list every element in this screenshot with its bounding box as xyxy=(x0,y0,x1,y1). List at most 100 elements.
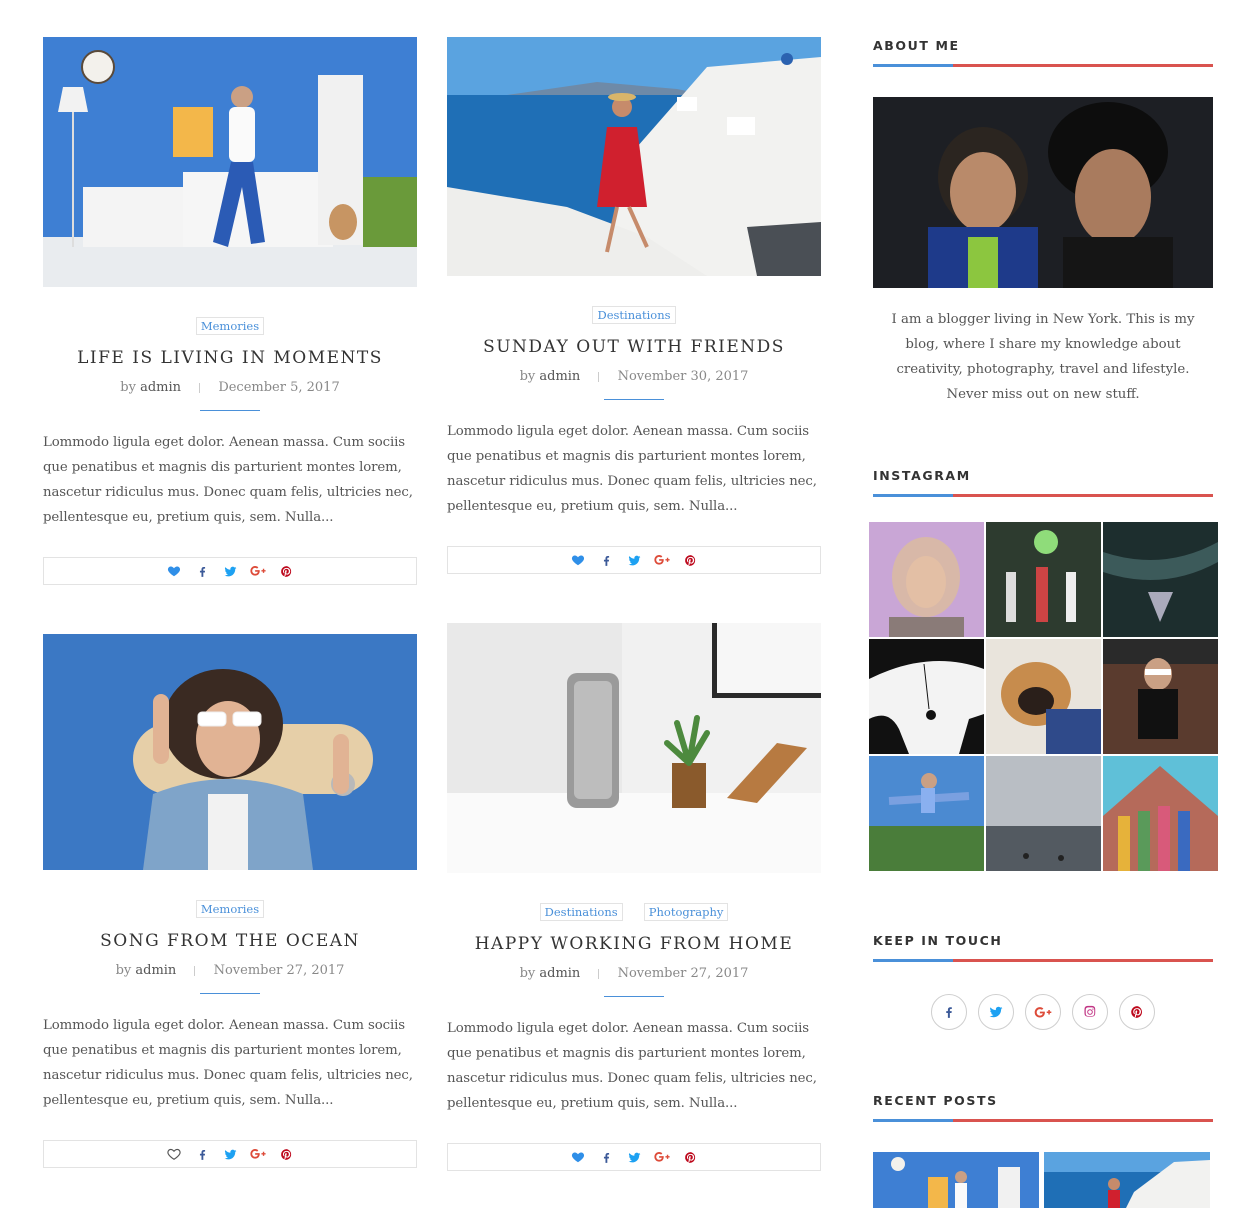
instagram-tile[interactable] xyxy=(1103,639,1218,754)
post-byline: by admin November 27, 2017 xyxy=(447,966,821,981)
pinterest-icon[interactable] xyxy=(682,552,698,568)
post-image-illustration xyxy=(447,623,821,873)
post-title[interactable]: HAPPY WORKING FROM HOME xyxy=(447,934,821,954)
instagram-tile[interactable] xyxy=(986,756,1101,871)
title-divider xyxy=(604,399,664,400)
heart-icon[interactable] xyxy=(166,563,182,579)
pinterest-icon[interactable] xyxy=(278,1146,294,1162)
post-image[interactable] xyxy=(43,634,417,870)
byline-separator xyxy=(598,968,600,979)
about-text: I am a blogger living in New York. This … xyxy=(891,312,1195,402)
google-plus-icon[interactable] xyxy=(654,552,670,568)
post-image[interactable] xyxy=(43,37,417,287)
post-date: December 5, 2017 xyxy=(218,380,340,395)
post-excerpt: Lommodo ligula eget dolor. Aenean massa.… xyxy=(447,1021,817,1111)
share-bar xyxy=(447,1143,821,1171)
instagram-grid xyxy=(869,522,1218,871)
pinterest-icon[interactable] xyxy=(278,563,294,579)
post-byline: by admin November 30, 2017 xyxy=(447,369,821,384)
facebook-icon[interactable] xyxy=(931,994,967,1030)
post-excerpt: Lommodo ligula eget dolor. Aenean massa.… xyxy=(43,435,413,525)
post-byline: by admin November 27, 2017 xyxy=(43,963,417,978)
post-byline: by admin December 5, 2017 xyxy=(43,380,417,395)
heart-outline-icon[interactable] xyxy=(166,1146,182,1162)
widget-title: INSTAGRAM xyxy=(873,468,971,483)
heart-icon[interactable] xyxy=(570,1149,586,1165)
heart-icon[interactable] xyxy=(570,552,586,568)
twitter-icon[interactable] xyxy=(222,563,238,579)
byline-prefix: by xyxy=(115,963,132,978)
category-tag[interactable]: Memories xyxy=(195,317,265,335)
keep-in-touch-widget: KEEP IN TOUCH xyxy=(873,933,1213,1030)
twitter-icon[interactable] xyxy=(222,1146,238,1162)
facebook-icon[interactable] xyxy=(194,563,210,579)
post-categories: Memories xyxy=(43,315,417,335)
post-date: November 27, 2017 xyxy=(213,963,345,978)
post-excerpt: Lommodo ligula eget dolor. Aenean massa.… xyxy=(447,424,817,514)
post-author[interactable]: admin xyxy=(135,963,176,978)
widget-title-underline xyxy=(873,494,1213,497)
instagram-widget: INSTAGRAM xyxy=(873,468,1213,497)
post-image-illustration xyxy=(447,37,821,276)
category-tag[interactable]: Destinations xyxy=(539,903,623,921)
post-card: Destinations SUNDAY OUT WITH FRIENDS by … xyxy=(447,37,821,574)
google-plus-icon[interactable] xyxy=(250,563,266,579)
category-tag[interactable]: Destinations xyxy=(592,306,676,324)
post-title[interactable]: SONG FROM THE OCEAN xyxy=(43,931,417,951)
share-bar xyxy=(43,1140,417,1168)
byline-separator xyxy=(194,965,196,976)
google-plus-icon[interactable] xyxy=(250,1146,266,1162)
post-title[interactable]: SUNDAY OUT WITH FRIENDS xyxy=(447,337,821,357)
title-divider xyxy=(604,996,664,997)
google-plus-icon[interactable] xyxy=(654,1149,670,1165)
recent-post-thumbnail[interactable] xyxy=(1044,1152,1210,1208)
post-categories: Destinations xyxy=(447,304,821,324)
post-author[interactable]: admin xyxy=(539,369,580,384)
post-image[interactable] xyxy=(447,37,821,276)
widget-title: KEEP IN TOUCH xyxy=(873,933,1003,948)
google-plus-icon[interactable] xyxy=(1025,994,1061,1030)
pinterest-icon[interactable] xyxy=(1119,994,1155,1030)
about-photo-illustration xyxy=(873,97,1213,288)
byline-prefix: by xyxy=(519,369,536,384)
facebook-icon[interactable] xyxy=(194,1146,210,1162)
pinterest-icon[interactable] xyxy=(682,1149,698,1165)
title-divider xyxy=(200,410,260,411)
post-card: Memories LIFE IS LIVING IN MOMENTS by ad… xyxy=(43,37,417,585)
about-photo xyxy=(873,97,1213,288)
post-image[interactable] xyxy=(447,623,821,873)
widget-title-underline xyxy=(873,959,1213,962)
facebook-icon[interactable] xyxy=(598,552,614,568)
about-widget: ABOUT ME I am a blogger living in New Yo… xyxy=(873,38,1213,407)
instagram-tile[interactable] xyxy=(986,522,1101,637)
byline-separator xyxy=(199,382,201,393)
share-bar xyxy=(447,546,821,574)
recent-post-thumbnail[interactable] xyxy=(873,1152,1039,1208)
instagram-tile[interactable] xyxy=(869,639,984,754)
instagram-icon[interactable] xyxy=(1072,994,1108,1030)
facebook-icon[interactable] xyxy=(598,1149,614,1165)
post-image-illustration xyxy=(43,37,417,287)
instagram-tile[interactable] xyxy=(1103,756,1218,871)
category-tag[interactable]: Memories xyxy=(195,900,265,918)
post-categories: Memories xyxy=(43,898,417,918)
twitter-icon[interactable] xyxy=(626,1149,642,1165)
post-categories: Destinations Photography xyxy=(447,901,821,921)
instagram-tile[interactable] xyxy=(869,522,984,637)
twitter-icon[interactable] xyxy=(978,994,1014,1030)
post-date: November 27, 2017 xyxy=(617,966,749,981)
title-divider xyxy=(200,993,260,994)
post-title[interactable]: LIFE IS LIVING IN MOMENTS xyxy=(43,348,417,368)
instagram-tile[interactable] xyxy=(1103,522,1218,637)
twitter-icon[interactable] xyxy=(626,552,642,568)
recent-posts-list xyxy=(873,1152,1213,1208)
post-author[interactable]: admin xyxy=(539,966,580,981)
instagram-tile[interactable] xyxy=(869,756,984,871)
post-author[interactable]: admin xyxy=(140,380,181,395)
post-excerpt: Lommodo ligula eget dolor. Aenean massa.… xyxy=(43,1018,413,1108)
category-tag[interactable]: Photography xyxy=(643,903,729,921)
widget-title-underline xyxy=(873,1119,1213,1122)
instagram-tile[interactable] xyxy=(986,639,1101,754)
widget-title-underline xyxy=(873,64,1213,67)
post-card: Memories SONG FROM THE OCEAN by admin No… xyxy=(43,634,417,1168)
